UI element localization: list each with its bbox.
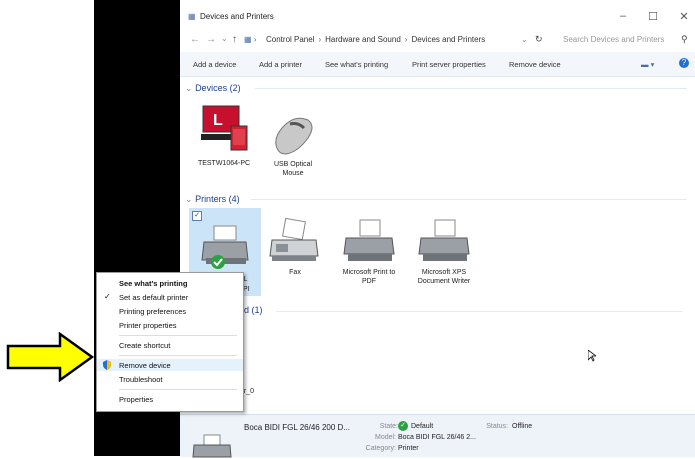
menu-item-label: Printer properties	[119, 321, 177, 330]
add-printer-button[interactable]: Add a printer	[259, 60, 302, 69]
group-divider	[276, 311, 682, 312]
address-bar: ← → ⌄ ↑ ▦ › Control Panel › Hardware and S…	[180, 30, 695, 50]
printer-label: Microsoft Print to	[342, 269, 396, 276]
details-device-name: Boca BIDI FGL 26/46 200 D...	[244, 423, 350, 432]
up-arrow-icon[interactable]: ↑	[232, 34, 237, 45]
printer-icon	[192, 434, 232, 458]
status-label: Status:	[486, 423, 508, 430]
printer-label: Document Writer	[417, 278, 471, 285]
help-icon[interactable]: ?	[679, 58, 689, 68]
remove-device-button[interactable]: Remove device	[509, 60, 561, 69]
maximize-button[interactable]: ☐	[642, 10, 664, 23]
search-input[interactable]: Search Devices and Printers	[563, 35, 664, 44]
close-button[interactable]: ✕	[673, 10, 695, 23]
search-icon[interactable]: ⚲	[681, 34, 688, 45]
context-menu: See what's printing ✓ Set as default pri…	[96, 272, 244, 412]
printer-microsoft-print-to-pdf[interactable]: Microsoft Print to PDF	[334, 218, 404, 286]
menu-separator	[119, 355, 237, 356]
default-check-icon: ✓	[398, 421, 408, 431]
printer-icon	[201, 225, 249, 269]
model-value: Boca BIDI FGL 26/46 2...	[398, 434, 476, 441]
details-pane: Boca BIDI FGL 26/46 200 D... State: ✓ De…	[180, 414, 695, 458]
menu-item-create-shortcut[interactable]: Create shortcut	[97, 339, 243, 351]
printer-label: PDF	[362, 278, 376, 285]
devices-group-label: Devices (2)	[195, 83, 241, 93]
collapse-chevron-icon[interactable]: ⌄	[185, 194, 193, 204]
breadcrumb-hardware-sound[interactable]: Hardware and Sound	[325, 35, 401, 44]
menu-item-printing-preferences[interactable]: Printing preferences	[97, 305, 243, 317]
category-value: Printer	[398, 445, 419, 452]
menu-item-label: Properties	[119, 395, 154, 404]
refresh-icon[interactable]: ↻	[535, 34, 543, 45]
add-device-button[interactable]: Add a device	[193, 60, 236, 69]
yellow-arrow-icon	[6, 332, 95, 382]
device-label: USB Optical	[273, 161, 313, 168]
chevron-down-icon[interactable]: ⌄	[521, 35, 528, 44]
mouse-cursor-icon	[588, 350, 596, 362]
printers-group-header[interactable]: ⌄ Printers (4)	[185, 194, 690, 205]
computer-icon: L	[201, 105, 248, 151]
state-value: Default	[411, 423, 434, 430]
selection-checkbox[interactable]: ✓	[192, 211, 202, 221]
title-bar: ▦ Devices and Printers – ☐ ✕	[180, 8, 695, 26]
state-label: State:	[379, 423, 398, 430]
menu-item-remove-device[interactable]: Remove device	[97, 359, 243, 371]
device-label: TESTW1064-PC	[197, 160, 251, 167]
menu-item-label: Remove device	[119, 361, 171, 370]
menu-item-set-default-printer[interactable]: ✓ Set as default printer	[97, 291, 243, 303]
print-server-properties-button[interactable]: Print server properties	[412, 60, 486, 69]
window-title: Devices and Printers	[200, 12, 274, 21]
device-testw1064-pc[interactable]: L TESTW1064-PC	[194, 102, 254, 168]
devices-and-printers-window: ▦ Devices and Printers – ☐ ✕ ← → ⌄ ↑ ▦ ›…	[180, 0, 695, 458]
forward-arrow-icon[interactable]: →	[206, 34, 216, 45]
status-value: Offline	[512, 423, 533, 430]
command-bar: Add a device Add a printer See what's pr…	[180, 52, 695, 77]
menu-item-properties[interactable]: Properties	[97, 393, 243, 405]
group-divider	[251, 199, 687, 200]
menu-item-printer-properties[interactable]: Printer properties	[97, 319, 243, 331]
device-label: Mouse	[282, 170, 304, 177]
minimize-button[interactable]: –	[612, 10, 634, 22]
category-label: Category:	[365, 445, 396, 452]
printer-icon	[418, 219, 470, 261]
devices-printers-icon: ▦	[188, 12, 196, 21]
printer-boca-bidi[interactable]	[194, 222, 258, 272]
menu-separator	[119, 389, 237, 390]
printer-fax[interactable]: Fax	[266, 217, 324, 277]
device-usb-optical-mouse[interactable]: USB Optical Mouse	[264, 110, 322, 178]
menu-item-label: Troubleshoot	[119, 375, 163, 384]
group-divider	[255, 88, 687, 89]
printer-label: Microsoft XPS	[421, 269, 467, 276]
printer-icon	[343, 219, 395, 261]
breadcrumb-devices-printers[interactable]: Devices and Printers	[411, 35, 485, 44]
checkmark-icon: ✓	[104, 292, 111, 301]
mouse-icon	[275, 117, 313, 155]
printer-microsoft-xps[interactable]: Microsoft XPS Document Writer	[408, 218, 480, 286]
control-panel-icon: ▦ ›	[244, 35, 257, 44]
printer-label: Fax	[289, 269, 301, 276]
breadcrumb-control-panel[interactable]: Control Panel	[266, 35, 314, 44]
model-label: Model:	[374, 434, 396, 441]
shield-icon	[103, 360, 111, 370]
see-whats-printing-button[interactable]: See what's printing	[325, 60, 388, 69]
menu-item-troubleshoot[interactable]: Troubleshoot	[97, 373, 243, 385]
breadcrumb-separator: ›	[318, 35, 322, 44]
menu-item-see-whats-printing[interactable]: See what's printing	[97, 277, 243, 289]
recent-locations-icon[interactable]: ⌄	[221, 34, 228, 43]
menu-item-label: Printing preferences	[119, 307, 187, 316]
printers-group-label: Printers (4)	[195, 194, 240, 204]
devices-group-header[interactable]: ⌄ Devices (2)	[185, 83, 690, 94]
menu-item-label: Create shortcut	[119, 341, 171, 350]
view-options-icon[interactable]: ▬ ▾	[641, 60, 654, 69]
fax-icon	[269, 217, 319, 261]
unspecified-group-label[interactable]: d (1)	[244, 305, 263, 315]
breadcrumb-separator: ›	[404, 35, 408, 44]
collapse-chevron-icon[interactable]: ⌄	[185, 83, 193, 93]
menu-separator	[119, 335, 237, 336]
menu-item-label: See what's printing	[119, 279, 188, 288]
menu-item-label: Set as default printer	[119, 293, 189, 302]
svg-text:L: L	[213, 112, 223, 129]
breadcrumb[interactable]: Control Panel › Hardware and Sound › Devices…	[266, 35, 485, 44]
back-arrow-icon[interactable]: ←	[190, 34, 200, 45]
